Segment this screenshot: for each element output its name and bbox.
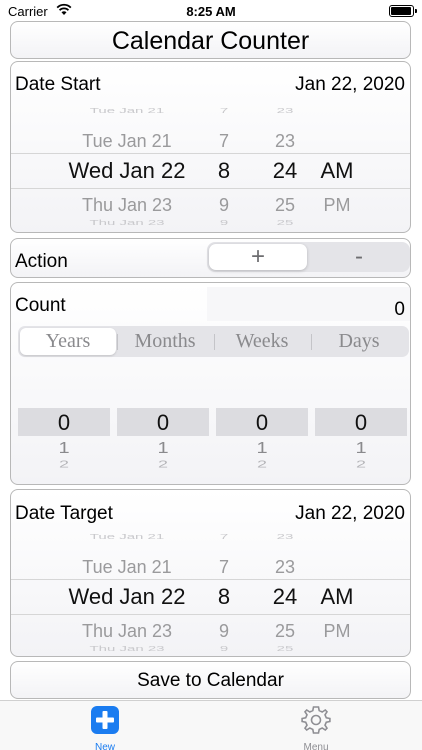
unit-weeks-button[interactable]: Weeks bbox=[214, 328, 310, 355]
days-wheel[interactable]: 0 1 2 bbox=[315, 408, 407, 484]
action-segmented-control[interactable]: + - bbox=[207, 242, 410, 272]
date-start-picker[interactable]: Tue Jan 21 7 23 Tue Jan 21 7 23 Wed Jan … bbox=[11, 98, 410, 232]
status-bar: Carrier 8:25 AM bbox=[0, 0, 422, 22]
picker-minute: 23 bbox=[276, 106, 294, 116]
picker-row-far: Thu Jan 23 9 25 bbox=[11, 645, 410, 654]
picker-row-prev[interactable]: Tue Jan 21 7 23 bbox=[11, 126, 410, 156]
date-start-section: Date Start Jan 22, 2020 Tue Jan 21 7 23 … bbox=[10, 61, 411, 233]
battery-fill bbox=[391, 7, 411, 15]
picker-day: Wed Jan 22 bbox=[68, 158, 186, 183]
picker-hour: 9 bbox=[219, 218, 229, 228]
picker-day: Tue Jan 21 bbox=[82, 131, 172, 151]
picker-day: Thu Jan 23 bbox=[89, 644, 165, 654]
wheel-value: 1 bbox=[157, 439, 169, 457]
picker-minute: 25 bbox=[276, 218, 294, 228]
wheel-value-selected: 0 bbox=[354, 410, 368, 435]
picker-row-far: Tue Jan 21 7 23 bbox=[11, 107, 410, 116]
unit-segmented-control[interactable]: Years Months Weeks Days bbox=[18, 326, 409, 357]
picker-hour: 7 bbox=[219, 532, 229, 542]
subtract-segment-button[interactable]: - bbox=[310, 244, 408, 270]
picker-day: Thu Jan 23 bbox=[81, 621, 173, 641]
date-target-value: Jan 22, 2020 bbox=[295, 503, 405, 524]
picker-hour: 7 bbox=[219, 106, 229, 116]
weeks-wheel[interactable]: 0 1 2 bbox=[216, 408, 308, 484]
picker-minute: 25 bbox=[276, 644, 294, 654]
months-wheel[interactable]: 0 1 2 bbox=[117, 408, 209, 484]
years-wheel[interactable]: 0 1 2 bbox=[18, 408, 110, 484]
picker-day: Wed Jan 22 bbox=[68, 584, 186, 609]
picker-ampm: PM bbox=[323, 621, 351, 641]
picker-row-next[interactable]: Thu Jan 23 9 25 PM bbox=[11, 616, 410, 646]
tab-new[interactable]: New bbox=[75, 705, 135, 750]
app-title: Calendar Counter bbox=[10, 21, 411, 59]
count-label: Count bbox=[15, 295, 66, 316]
picker-row-selected[interactable]: Wed Jan 22 8 24 AM bbox=[11, 581, 410, 613]
wheel-value: 1 bbox=[256, 439, 268, 457]
picker-row-prev[interactable]: Tue Jan 21 7 23 bbox=[11, 552, 410, 582]
picker-day: Thu Jan 23 bbox=[81, 195, 173, 215]
picker-hour: 8 bbox=[217, 158, 231, 183]
wheel-value: 2 bbox=[355, 458, 366, 470]
picker-minute: 24 bbox=[272, 158, 298, 183]
battery-icon bbox=[389, 5, 417, 17]
wheel-value: 2 bbox=[58, 458, 69, 470]
count-value: 0 bbox=[394, 299, 405, 320]
save-to-calendar-button[interactable]: Save to Calendar bbox=[10, 661, 411, 699]
picker-ampm: AM bbox=[320, 584, 354, 609]
wheel-value-selected: 0 bbox=[156, 410, 170, 435]
picker-row-next[interactable]: Thu Jan 23 9 25 PM bbox=[11, 190, 410, 220]
gear-icon bbox=[301, 706, 331, 734]
tab-new-label: New bbox=[94, 742, 115, 750]
unit-months-button[interactable]: Months bbox=[117, 328, 213, 355]
date-target-picker[interactable]: Tue Jan 21 7 23 Tue Jan 21 7 23 Wed Jan … bbox=[11, 524, 410, 656]
picker-day: Tue Jan 21 bbox=[89, 532, 165, 542]
wheel-value-selected: 0 bbox=[57, 410, 71, 435]
count-section: Count 0 Years Months Weeks Days 0 1 2 0 … bbox=[10, 282, 411, 485]
plus-square-icon bbox=[91, 706, 119, 734]
picker-row-far: Thu Jan 23 9 25 bbox=[11, 219, 410, 228]
date-start-value: Jan 22, 2020 bbox=[295, 74, 405, 95]
tab-menu-label: Menu bbox=[303, 742, 329, 750]
picker-day: Tue Jan 21 bbox=[89, 106, 165, 116]
wheel-value: 2 bbox=[256, 458, 267, 470]
tab-bar: New Menu bbox=[0, 700, 422, 750]
date-target-label: Date Target bbox=[15, 503, 113, 524]
picker-hour: 7 bbox=[218, 557, 229, 577]
unit-days-button[interactable]: Days bbox=[311, 328, 407, 355]
clock: 8:25 AM bbox=[186, 4, 236, 19]
picker-hour: 9 bbox=[218, 621, 229, 641]
wheel-value: 1 bbox=[355, 439, 367, 457]
tab-menu[interactable]: Menu bbox=[286, 705, 346, 750]
picker-minute: 23 bbox=[274, 557, 296, 577]
add-segment-button[interactable]: + bbox=[209, 244, 307, 270]
picker-ampm: PM bbox=[323, 195, 351, 215]
unit-years-button[interactable]: Years bbox=[20, 328, 116, 355]
picker-minute: 25 bbox=[274, 621, 296, 641]
wheel-value-selected: 0 bbox=[255, 410, 269, 435]
wheel-value: 2 bbox=[157, 458, 168, 470]
picker-row-far: Tue Jan 21 7 23 bbox=[11, 533, 410, 542]
action-section: Action + - bbox=[10, 238, 411, 278]
action-label: Action bbox=[15, 251, 68, 272]
picker-ampm: AM bbox=[320, 158, 354, 183]
picker-hour: 9 bbox=[219, 644, 229, 654]
wheel-value: 1 bbox=[58, 439, 70, 457]
picker-minute: 25 bbox=[274, 195, 296, 215]
picker-hour: 8 bbox=[217, 584, 231, 609]
date-target-section: Date Target Jan 22, 2020 Tue Jan 21 7 23… bbox=[10, 489, 411, 657]
count-input[interactable]: 0 bbox=[207, 287, 410, 321]
date-start-label: Date Start bbox=[15, 74, 101, 95]
picker-minute: 24 bbox=[272, 584, 298, 609]
picker-minute: 23 bbox=[274, 131, 296, 151]
picker-hour: 7 bbox=[218, 131, 229, 151]
picker-minute: 23 bbox=[276, 532, 294, 542]
picker-row-selected[interactable]: Wed Jan 22 8 24 AM bbox=[11, 155, 410, 187]
picker-day: Thu Jan 23 bbox=[89, 218, 165, 228]
picker-day: Tue Jan 21 bbox=[82, 557, 172, 577]
picker-hour: 9 bbox=[218, 195, 229, 215]
